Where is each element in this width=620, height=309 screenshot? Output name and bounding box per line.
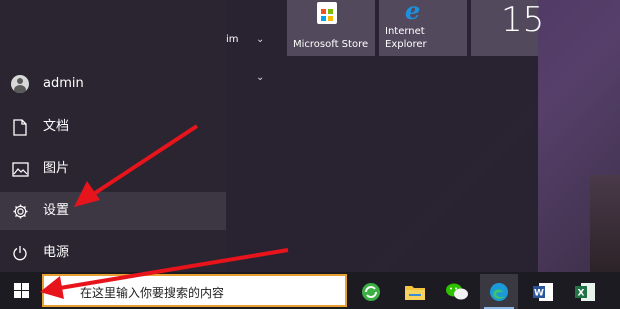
user-account-item[interactable]: admin [0,65,226,103]
avatar [11,75,29,93]
app-list-item-partial[interactable]: im [226,34,239,45]
microsoft-store-icon [317,2,337,24]
edge-icon [490,282,508,301]
user-name: admin [43,76,84,91]
taskbar-app-browser[interactable] [352,274,390,309]
chevron-down-icon[interactable]: ⌄ [256,34,264,45]
rail-item-documents[interactable]: 文档 [0,108,226,146]
search-input[interactable]: 在这里输入你要搜索的内容 [42,274,347,307]
taskbar-app-excel[interactable]: X [566,274,604,309]
tile-label: Internet [385,26,425,37]
start-menu-rail: admin 文档 图片 设置 电源 [0,0,226,272]
rail-item-settings[interactable]: 设置 [0,192,226,230]
svg-text:W: W [534,288,544,298]
word-icon: W [533,282,553,301]
document-icon [11,118,29,136]
rail-item-label: 设置 [43,203,70,218]
tile-microsoft-store[interactable]: Microsoft Store [287,0,375,56]
wechat-icon [446,283,468,299]
tile-calendar[interactable]: 15 [471,0,544,56]
rail-item-label: 电源 [43,245,70,260]
calendar-date: 15 [501,0,545,40]
taskbar-app-file-explorer[interactable] [396,274,434,309]
taskbar-app-word[interactable]: W [524,274,562,309]
tile-internet-explorer[interactable]: e Internet Explorer [379,0,467,56]
tile-label: Microsoft Store [293,39,369,50]
search-placeholder: 在这里输入你要搜索的内容 [80,286,225,300]
browser-icon [362,282,380,301]
internet-explorer-icon: e [405,0,421,25]
chevron-down-icon[interactable]: ⌄ [256,72,264,83]
start-button[interactable] [0,272,42,309]
taskbar-app-edge[interactable] [480,274,518,309]
picture-icon [11,160,29,178]
power-icon [11,244,29,262]
start-menu: admin 文档 图片 设置 电源 im ⌄ ⌄ Microsoft Store… [0,0,544,272]
svg-text:X: X [578,288,585,298]
folder-icon [405,285,425,300]
rail-item-label: 图片 [43,161,70,176]
rail-item-label: 文档 [43,119,70,134]
taskbar: 在这里输入你要搜索的内容 W X [0,272,620,309]
windows-logo-icon [13,283,29,298]
excel-icon: X [575,282,595,301]
rail-item-power[interactable]: 电源 [0,234,226,272]
taskbar-app-wechat[interactable] [438,274,476,309]
gear-icon [11,202,29,220]
desktop-wallpaper-fragment [590,175,620,275]
rail-item-pictures[interactable]: 图片 [0,150,226,188]
tile-label: Explorer [385,39,427,50]
